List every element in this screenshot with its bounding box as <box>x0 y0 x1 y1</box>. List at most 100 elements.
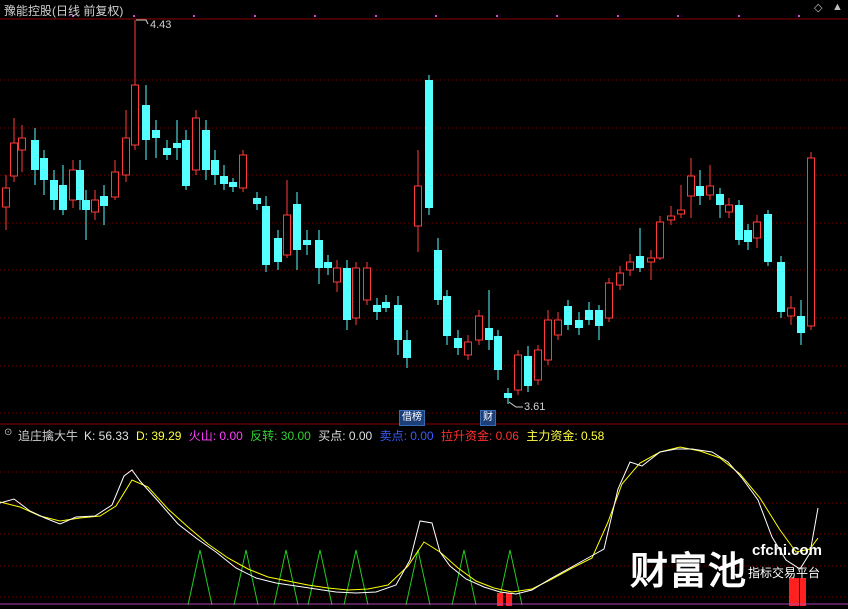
huoshan-value: 火山: 0.00 <box>188 429 243 443</box>
candle-body-up <box>475 315 483 341</box>
d-value: D: 39.29 <box>136 429 182 443</box>
candle-body-up <box>554 319 562 336</box>
candle-body-down <box>744 230 752 242</box>
k-value: K: 56.33 <box>84 429 129 443</box>
candle-body-down <box>163 148 171 155</box>
fanzhuan-triangle <box>273 549 299 606</box>
candle-body-up <box>514 354 522 391</box>
candle-body-up <box>534 349 542 381</box>
watermark-cn: 财富池 <box>630 549 748 593</box>
candle-body-down <box>303 240 311 245</box>
collapse-icon[interactable]: ▲ <box>832 1 843 13</box>
candle-body-down <box>50 180 58 200</box>
candle-body-down <box>220 176 228 184</box>
high-pointer <box>136 19 149 25</box>
candle-body-down <box>494 336 502 370</box>
watermark-en: cfchi.com <box>752 542 823 559</box>
candle-body-up <box>656 221 664 259</box>
candle-body-down <box>382 302 390 308</box>
candle-body-down <box>211 160 219 175</box>
candle-body-down <box>253 198 261 204</box>
candle-body-down <box>100 196 108 206</box>
candle-body-up <box>283 214 291 256</box>
price-chart[interactable] <box>0 0 848 609</box>
candle-body-down <box>696 186 704 196</box>
candle-body-down <box>764 214 772 262</box>
candle-body-up <box>725 204 733 213</box>
candle-body-down <box>443 296 451 336</box>
candle-body-down <box>202 130 210 170</box>
candle-body-up <box>616 272 624 286</box>
candle-body-down <box>425 80 433 208</box>
candle-body-up <box>122 137 130 176</box>
candle-body-down <box>274 238 282 262</box>
candle-body-down <box>152 130 160 138</box>
candle-body-down <box>40 158 48 180</box>
candle-body-down <box>575 320 583 328</box>
candle-body-down <box>504 393 512 398</box>
lasheng-value: 拉升资金: 0.06 <box>440 429 519 443</box>
candle-body-up <box>352 267 360 319</box>
candle-body-down <box>797 316 805 333</box>
candle-body-up <box>91 199 99 213</box>
tag-cai[interactable]: 财 <box>480 410 496 426</box>
candle-body-up <box>753 221 761 239</box>
indicator-values: K: 56.33 D: 39.29 火山: 0.00 反转: 30.00 买点:… <box>84 427 608 444</box>
candle-body-down <box>262 206 270 265</box>
candle-body-down <box>373 305 381 312</box>
indicator-bar: ⊙ 追庄擒大牛 K: 56.33 D: 39.29 火山: 0.00 反转: 3… <box>0 426 848 444</box>
candle-body-down <box>293 204 301 250</box>
candle-body-down <box>343 268 351 320</box>
candle-body-up <box>363 267 371 301</box>
candle-body-up <box>111 171 119 198</box>
candle-body-down <box>636 256 644 268</box>
candle-body-up <box>626 261 634 271</box>
candle-body-down <box>564 306 572 325</box>
candle-body-down <box>524 356 532 386</box>
candle-body-up <box>677 209 685 215</box>
candle-body-up <box>464 341 472 356</box>
candle-body-up <box>10 142 18 177</box>
candle-body-up <box>131 84 139 146</box>
candle-body-down <box>394 305 402 340</box>
indicator-name[interactable]: 追庄擒大牛 <box>18 427 78 444</box>
candle-body-down <box>454 338 462 348</box>
candle-body-up <box>2 187 10 208</box>
candle-body-up <box>192 117 200 171</box>
zhuli-value: 主力资金: 0.58 <box>526 429 605 443</box>
candle-body-up <box>333 267 341 283</box>
candle-body-down <box>182 140 190 186</box>
maidian-value: 买点: 0.00 <box>318 429 373 443</box>
candle-body-down <box>595 310 603 326</box>
candle-body-up <box>807 157 815 327</box>
candle-body-down <box>82 200 90 210</box>
candle-body-down <box>142 105 150 140</box>
tag-jiebang[interactable]: 借榜 <box>399 410 425 426</box>
candle-body-down <box>229 182 237 187</box>
candle-body-down <box>485 328 493 340</box>
candle-body-down <box>735 205 743 240</box>
candle-body-up <box>787 307 795 317</box>
candle-body-up <box>667 215 675 221</box>
candle-body-down <box>76 170 84 200</box>
candle-body-up <box>69 169 77 201</box>
candle-body-up <box>239 154 247 189</box>
maichu-value: 卖点: 0.00 <box>379 429 434 443</box>
low-price-label: 3.61 <box>524 401 546 413</box>
candle-body-down <box>585 310 593 320</box>
candle-body-down <box>777 262 785 312</box>
fanzhuan-value: 反转: 30.00 <box>250 429 311 443</box>
candle-body-up <box>544 319 552 361</box>
candle-body-down <box>716 194 724 205</box>
candle-body-up <box>18 137 26 151</box>
chevron-down-icon[interactable]: ⊙ <box>4 427 12 438</box>
candle-body-down <box>59 185 67 210</box>
high-price-label: 4.43 <box>150 19 172 31</box>
fanzhuan-triangle <box>405 549 431 606</box>
title-bar: 豫能控股(日线 前复权) ◇ ▲ <box>0 0 848 20</box>
candle-body-up <box>414 185 422 227</box>
watermark-logo: 财富池 cfchi.com 指标交易平台 <box>626 540 826 593</box>
diamond-icon[interactable]: ◇ <box>814 1 822 14</box>
stock-title: 豫能控股(日线 前复权) <box>4 4 124 18</box>
candle-body-down <box>173 143 181 148</box>
